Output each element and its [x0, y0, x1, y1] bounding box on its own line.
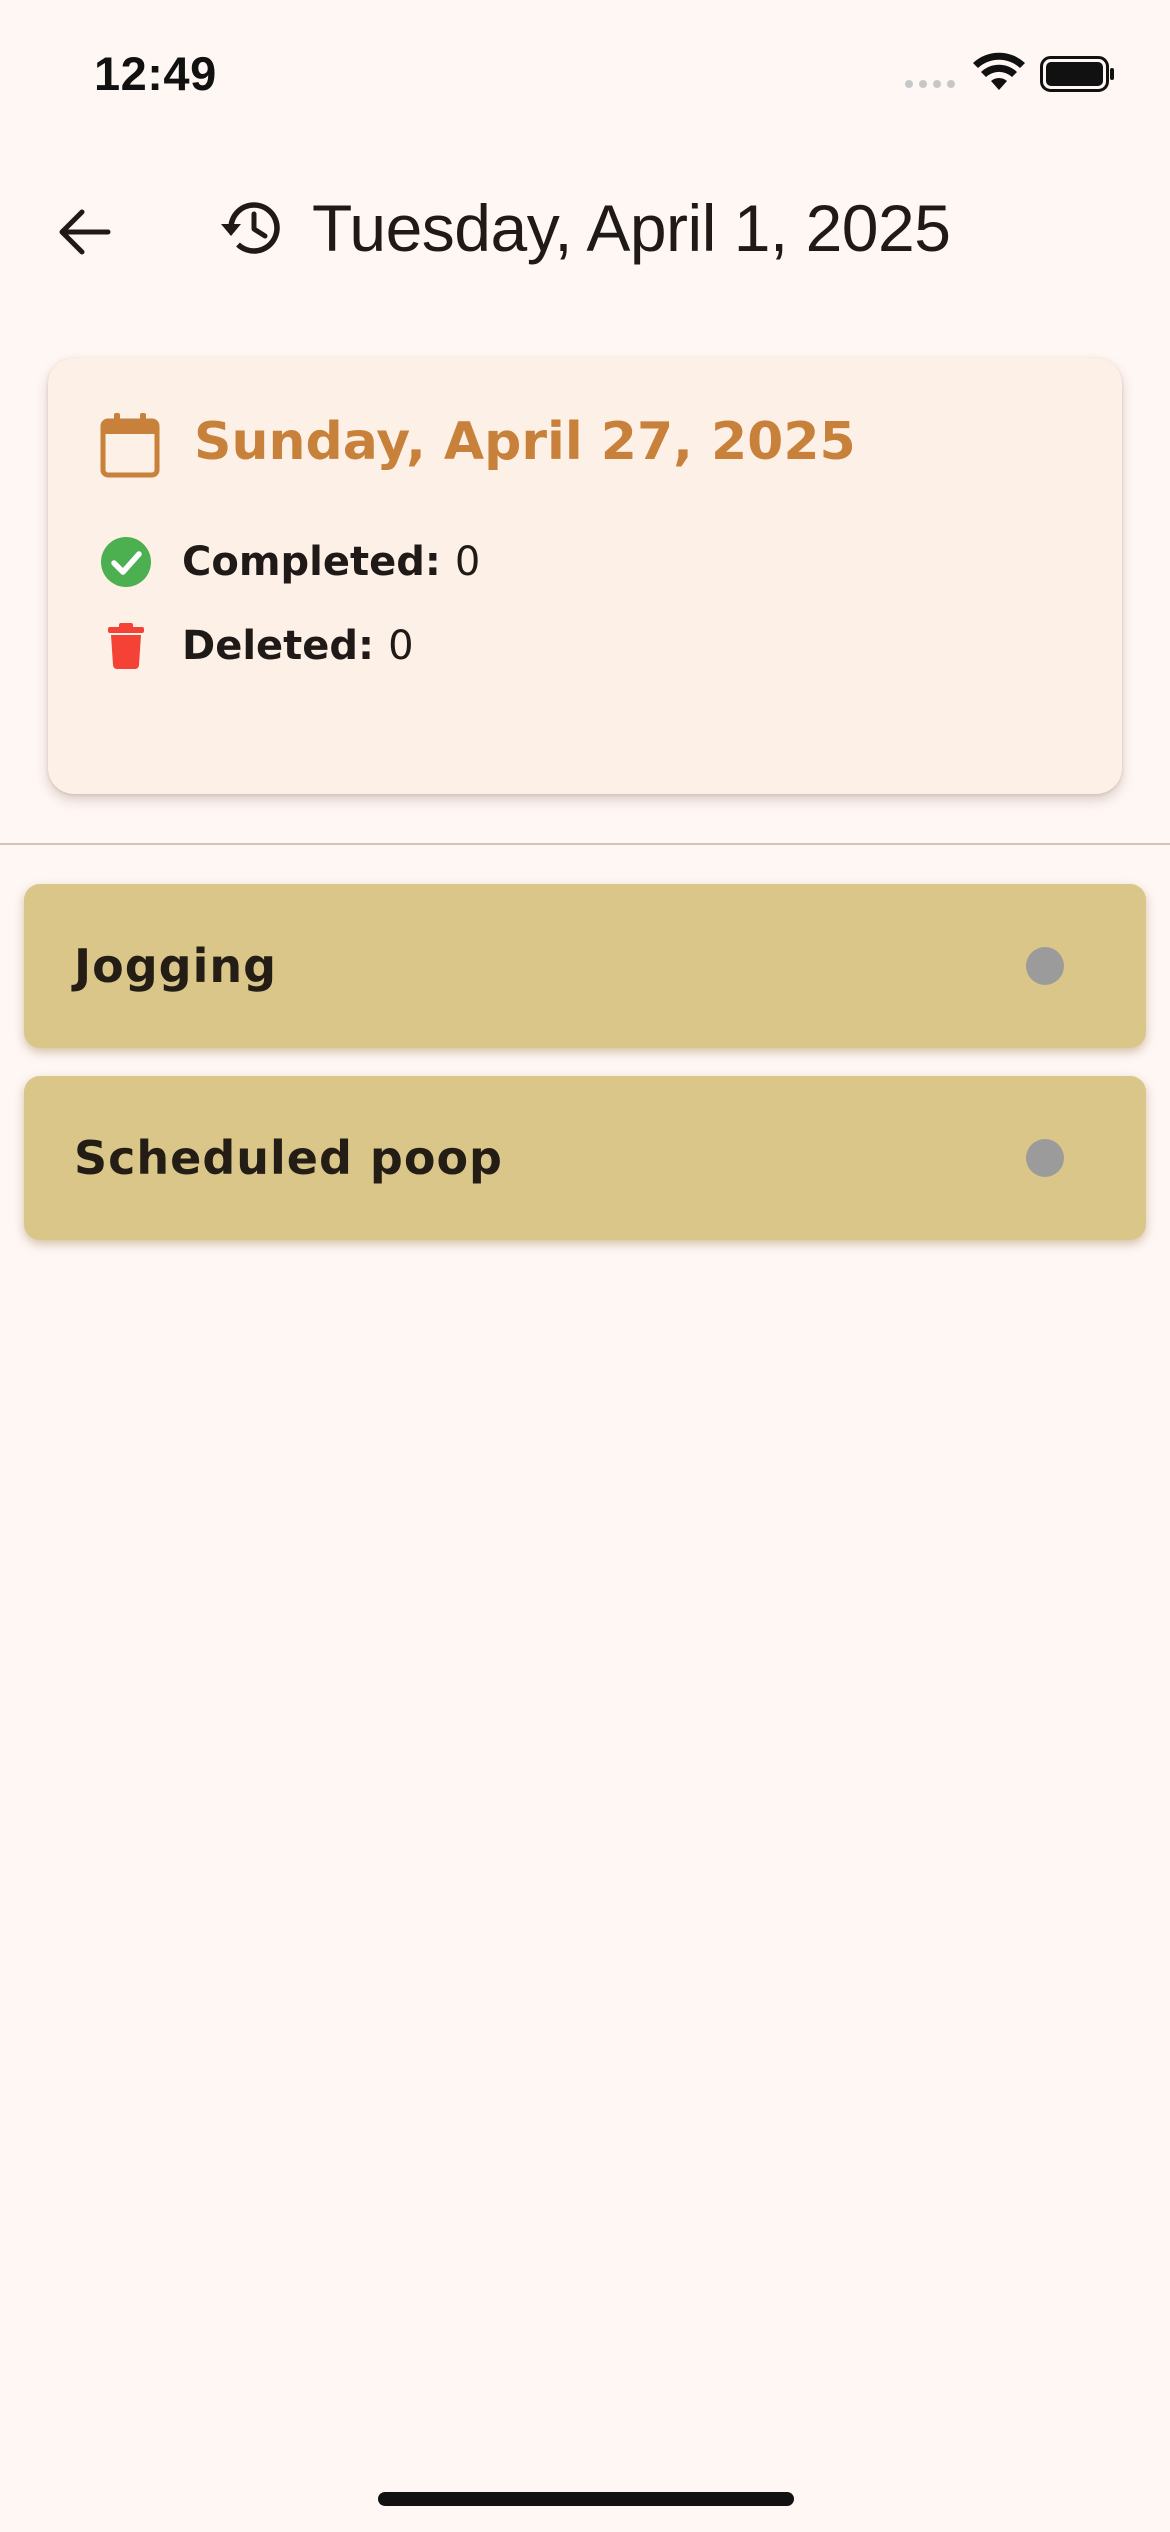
history-icon	[221, 202, 280, 254]
section-divider	[0, 843, 1170, 845]
app-header: Tuesday, April 1, 2025	[0, 170, 1170, 290]
cellular-signal-icon	[905, 80, 955, 88]
summary-date: Sunday, April 27, 2025	[194, 412, 856, 472]
arrow-left-icon	[59, 209, 111, 255]
calendar-icon	[100, 413, 160, 478]
check-circle-icon	[100, 536, 152, 588]
wifi-icon	[973, 52, 1025, 90]
home-indicator	[378, 2492, 794, 2506]
deleted-label: Deleted:	[182, 623, 375, 669]
habit-name: Scheduled poop	[74, 1131, 503, 1185]
trash-icon	[100, 620, 152, 672]
deleted-stat: Deleted: 0	[100, 618, 414, 674]
page-title: Tuesday, April 1, 2025	[312, 191, 951, 265]
status-time: 12:49	[94, 47, 217, 100]
habit-status-dot	[1026, 1139, 1064, 1177]
completed-label: Completed:	[182, 539, 441, 585]
back-button[interactable]	[44, 192, 124, 272]
completed-value: 0	[454, 539, 481, 585]
habit-name: Jogging	[74, 939, 278, 993]
habit-item[interactable]: Jogging	[24, 884, 1146, 1048]
status-bar: 12:49	[0, 0, 1170, 150]
completed-stat: Completed: 0	[100, 534, 480, 590]
habit-item[interactable]: Scheduled poop	[24, 1076, 1146, 1240]
battery-icon	[1040, 56, 1114, 92]
summary-card: Sunday, April 27, 2025 Completed: 0 Dele…	[48, 358, 1122, 794]
habit-status-dot	[1026, 947, 1064, 985]
deleted-value: 0	[388, 623, 414, 669]
